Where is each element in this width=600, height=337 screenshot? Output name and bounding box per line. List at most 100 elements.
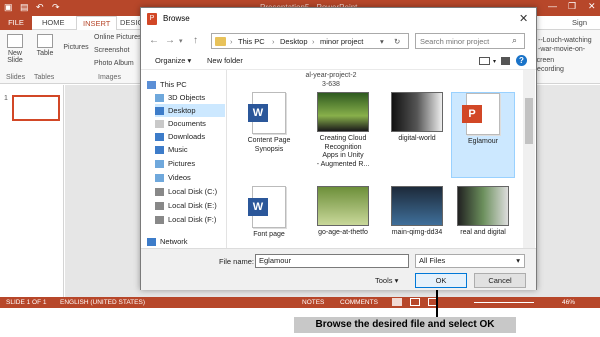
nav-item-label: Local Disk (F:): [168, 215, 217, 224]
file-item[interactable]: W Font page: [237, 186, 301, 248]
search-box[interactable]: Search minor project ⌕: [415, 33, 525, 49]
nav-item-label: Documents: [168, 119, 206, 128]
nav-item-network[interactable]: Network: [147, 235, 225, 248]
disk-icon: [155, 202, 164, 211]
language-indicator[interactable]: ENGLISH (UNITED STATES): [60, 297, 145, 308]
nav-item-label: Desktop: [168, 106, 196, 115]
file-item[interactable]: real and digital: [451, 186, 515, 248]
normal-view-icon[interactable]: [392, 298, 402, 306]
file-name: go-age-at-thetfo: [318, 229, 368, 236]
help-icon[interactable]: ?: [516, 55, 527, 66]
address-dropdown-icon[interactable]: ▾: [380, 37, 384, 46]
save-icon[interactable]: ▤: [20, 2, 29, 13]
forward-arrow-icon[interactable]: →: [165, 35, 175, 46]
screenshot-button[interactable]: Screenshot: [94, 47, 129, 54]
redo-icon[interactable]: ↷: [52, 2, 60, 13]
zoom-slider[interactable]: [474, 302, 534, 303]
powerpoint-icon: P: [147, 13, 157, 25]
vertical-scrollbar[interactable]: [523, 70, 535, 248]
nav-item-label: This PC: [160, 80, 187, 89]
navigation-pane: This PC 3D Objects Desktop Documents Downloa…: [141, 70, 227, 248]
undo-icon[interactable]: ↶: [36, 2, 44, 13]
back-arrow-icon[interactable]: ←: [149, 35, 159, 46]
pc-icon: [147, 81, 156, 90]
organize-menu[interactable]: Organize ▾: [155, 56, 191, 65]
file-item[interactable]: main-qimg-dd34: [385, 186, 449, 248]
notes-button[interactable]: NOTES: [302, 297, 324, 308]
file-name-input[interactable]: Eglamour: [255, 254, 409, 268]
pictures-icon: [155, 160, 164, 169]
photo-album-button[interactable]: Photo Album: [94, 60, 134, 67]
nav-item-label: Downloads: [168, 132, 206, 141]
comments-button[interactable]: COMMENTS: [340, 297, 378, 308]
file-item[interactable]: P Eglamour: [451, 92, 515, 178]
nav-item-label: Music: [168, 145, 188, 154]
filter-dropdown-icon: ▾: [516, 256, 520, 265]
nav-item-documents[interactable]: Documents: [155, 117, 225, 130]
tools-menu[interactable]: Tools ▾: [375, 276, 398, 285]
nav-item-music[interactable]: Music: [155, 143, 225, 156]
scrollbar-thumb[interactable]: [525, 98, 533, 144]
new-slide-button[interactable]: New Slide: [4, 34, 26, 64]
slide-number: 1: [4, 95, 8, 102]
address-bar[interactable]: › This PC › Desktop › minor project ▾ ↻: [211, 33, 409, 49]
file-item[interactable]: W Content Page Synopsis: [237, 92, 301, 178]
nav-item-downloads[interactable]: Downloads: [155, 130, 225, 143]
view-dropdown-icon[interactable]: ▾: [493, 58, 496, 65]
preview-pane-icon[interactable]: [501, 57, 510, 65]
zoom-level[interactable]: 46%: [562, 297, 575, 308]
table-button[interactable]: Table: [34, 34, 56, 57]
nav-item-local-disk-f[interactable]: Local Disk (F:): [155, 213, 225, 226]
file-type-filter[interactable]: All Files ▾: [415, 254, 525, 268]
recent-locations-icon[interactable]: ▾: [179, 37, 183, 45]
file-name-label: File name:: [219, 257, 255, 266]
slide-thumbnail[interactable]: [12, 95, 60, 121]
nav-item-pictures[interactable]: Pictures: [155, 157, 225, 170]
dialog-close-icon[interactable]: ✕: [519, 12, 528, 25]
file-item[interactable]: digital-world: [385, 92, 449, 178]
documents-icon: [155, 120, 164, 129]
breadcrumb-desktop[interactable]: Desktop: [280, 37, 308, 46]
refresh-icon[interactable]: ↻: [394, 37, 400, 46]
nav-item-this-pc[interactable]: This PC: [147, 78, 225, 91]
file-name: Eglamour: [468, 138, 498, 145]
group-tables: Tables: [34, 74, 55, 81]
breadcrumb-minor-project[interactable]: minor project: [320, 37, 363, 46]
tab-file[interactable]: FILE: [0, 16, 32, 30]
cube-icon: [155, 94, 164, 103]
file-name: Creating Cloud Recognition Apps in Unity…: [316, 135, 370, 168]
dialog-title: Browse: [163, 14, 190, 23]
file-type-badge: W: [248, 104, 268, 122]
restore-icon[interactable]: ❐: [568, 1, 576, 12]
sign-in-link[interactable]: Sign in: [566, 16, 600, 41]
image-thumbnail: [317, 92, 369, 132]
image-thumbnail: [317, 186, 369, 226]
nav-item-videos[interactable]: Videos: [155, 171, 225, 184]
browse-dialog: P Browse ✕ ← → ▾ ↑ › This PC › Desktop ›…: [140, 7, 537, 290]
nav-item-desktop[interactable]: Desktop: [155, 104, 225, 117]
ok-button[interactable]: OK: [415, 273, 467, 288]
slide-sorter-icon[interactable]: [410, 298, 420, 306]
file-item[interactable]: Creating Cloud Recognition Apps in Unity…: [311, 92, 375, 178]
desktop-icon: [155, 107, 164, 116]
pictures-button[interactable]: Pictures: [62, 44, 90, 51]
nav-item-local-disk-c[interactable]: Local Disk (C:): [155, 185, 225, 198]
breadcrumb-this-pc[interactable]: This PC: [238, 37, 265, 46]
cancel-button[interactable]: Cancel: [474, 273, 526, 288]
file-type-value: All Files: [419, 256, 446, 265]
nav-item-local-disk-e[interactable]: Local Disk (E:): [155, 199, 225, 212]
file-name: Content Page Synopsis: [247, 137, 291, 153]
view-options-icon[interactable]: [479, 57, 490, 65]
file-item[interactable]: go-age-at-thetfo: [311, 186, 375, 248]
tab-insert[interactable]: INSERT: [76, 16, 118, 30]
online-pictures-button[interactable]: Online Pictures: [94, 34, 141, 41]
instruction-caption: Browse the desired file and select OK: [294, 317, 516, 333]
nav-item-3d-objects[interactable]: 3D Objects: [155, 91, 225, 104]
close-icon[interactable]: ✕: [588, 1, 596, 12]
up-arrow-icon[interactable]: ↑: [193, 35, 198, 46]
nav-item-label: Local Disk (E:): [168, 201, 217, 210]
new-folder-button[interactable]: New folder: [207, 56, 243, 65]
tab-home[interactable]: HOME: [36, 16, 71, 30]
minimize-icon[interactable]: —: [548, 1, 557, 11]
file-list: al-year-project-2 3-638 W Content Page Sy…: [229, 70, 522, 248]
